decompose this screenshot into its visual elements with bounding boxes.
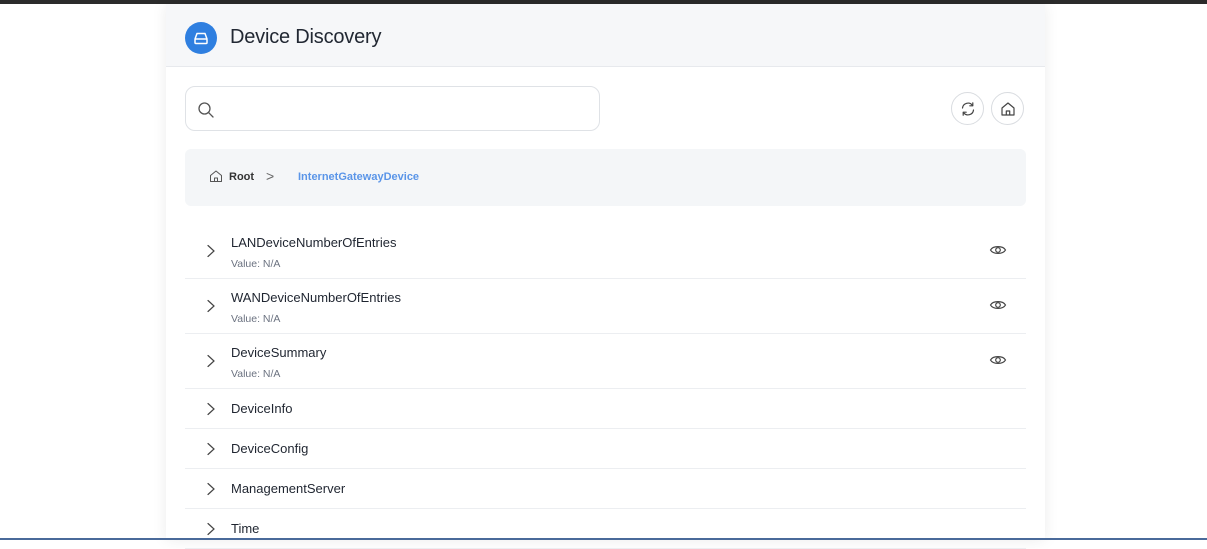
- chevron-right-icon[interactable]: [205, 402, 217, 416]
- refresh-icon: [961, 102, 975, 116]
- breadcrumb-current[interactable]: InternetGatewayDevice: [298, 171, 419, 183]
- eye-icon[interactable]: [989, 353, 1007, 367]
- parameter-value: Value: N/A: [231, 368, 281, 380]
- drive-icon: [185, 22, 217, 54]
- breadcrumb: Root > InternetGatewayDevice: [185, 149, 1026, 206]
- parameter-name: DeviceSummary: [231, 345, 327, 360]
- home-icon: [210, 170, 222, 182]
- tree-row[interactable]: WANDeviceNumberOfEntries Value: N/A: [185, 279, 1026, 334]
- object-name: DeviceConfig: [231, 441, 309, 456]
- chevron-right-icon[interactable]: [205, 244, 217, 258]
- object-name: Time: [231, 521, 260, 536]
- parameter-name: LANDeviceNumberOfEntries: [231, 235, 397, 250]
- breadcrumb-root[interactable]: Root: [229, 171, 254, 183]
- tree-row[interactable]: DeviceInfo: [185, 389, 1026, 429]
- object-name: ManagementServer: [231, 481, 346, 496]
- chevron-right-icon[interactable]: [205, 354, 217, 368]
- tree-row[interactable]: ManagementServer: [185, 469, 1026, 509]
- home-button[interactable]: [991, 92, 1024, 125]
- refresh-button[interactable]: [951, 92, 984, 125]
- chevron-right-icon[interactable]: [205, 522, 217, 536]
- eye-icon[interactable]: [989, 298, 1007, 312]
- object-name: DeviceInfo: [231, 401, 293, 416]
- search-input[interactable]: [226, 95, 586, 123]
- eye-icon[interactable]: [989, 243, 1007, 257]
- chevron-right-icon[interactable]: [205, 482, 217, 496]
- parameter-name: WANDeviceNumberOfEntries: [231, 290, 402, 305]
- panel-header: Device Discovery: [166, 4, 1045, 67]
- parameter-tree: LANDeviceNumberOfEntries Value: N/A WAND…: [185, 224, 1026, 549]
- search-icon: [198, 102, 214, 118]
- tree-row[interactable]: LANDeviceNumberOfEntries Value: N/A: [185, 224, 1026, 279]
- device-discovery-panel: Device Discovery Root > InternetGatewayD…: [166, 4, 1045, 549]
- tree-row[interactable]: Time: [185, 509, 1026, 549]
- breadcrumb-separator: >: [266, 168, 275, 184]
- page-title: Device Discovery: [230, 26, 382, 48]
- parameter-value: Value: N/A: [231, 313, 281, 325]
- home-icon: [1001, 102, 1015, 116]
- tree-row[interactable]: DeviceConfig: [185, 429, 1026, 469]
- chevron-right-icon[interactable]: [205, 442, 217, 456]
- search-box[interactable]: [185, 86, 600, 131]
- parameter-value: Value: N/A: [231, 258, 281, 270]
- chevron-right-icon[interactable]: [205, 299, 217, 313]
- tree-row[interactable]: DeviceSummary Value: N/A: [185, 334, 1026, 389]
